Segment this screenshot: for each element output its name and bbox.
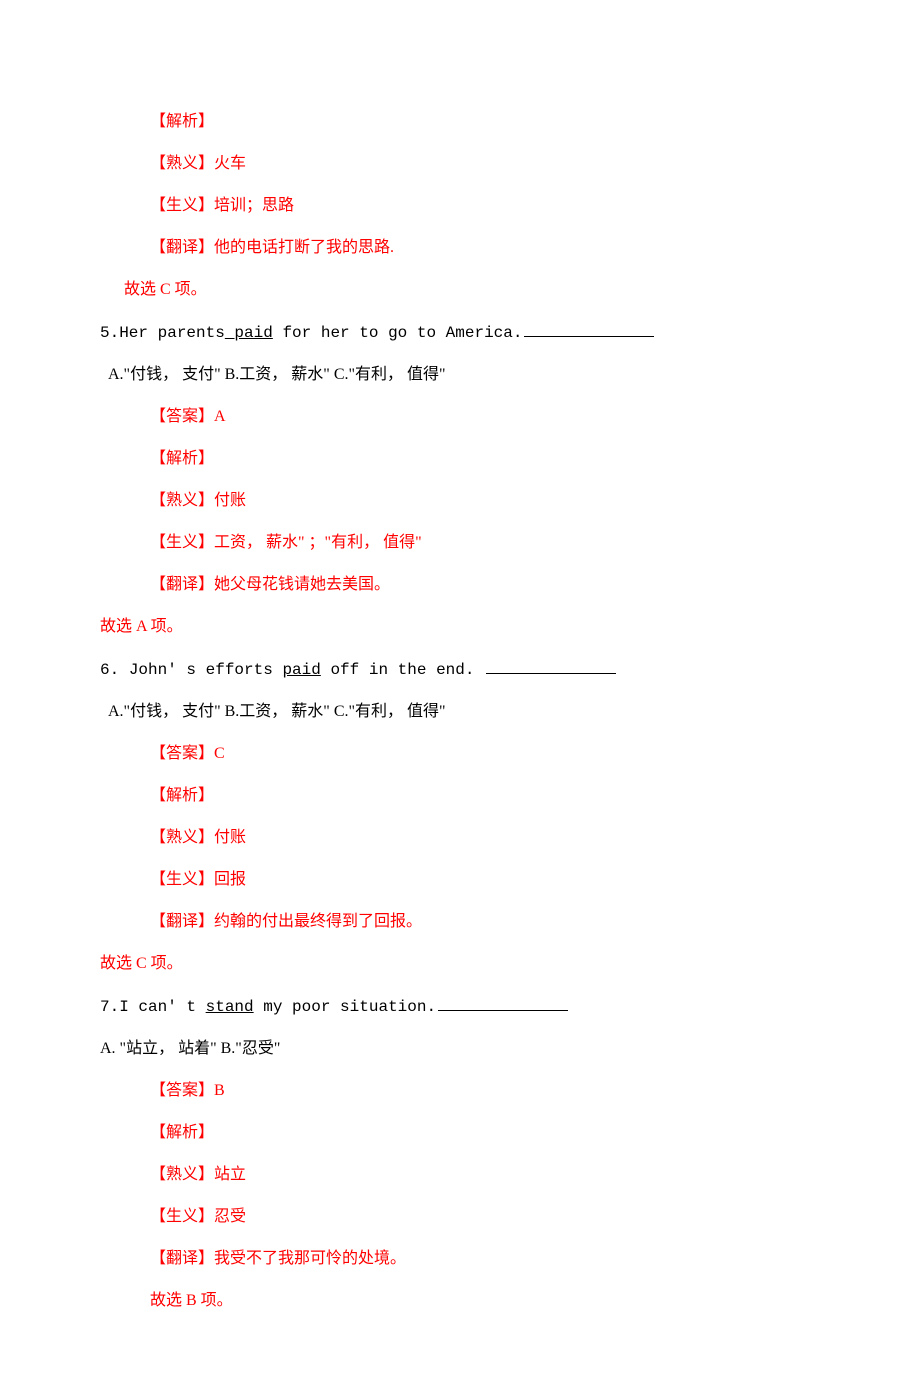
question-6: 6. John' s efforts paid off in the end. — [100, 657, 820, 682]
sentence-part-a: John' s efforts — [129, 661, 283, 679]
underlined-word: stand — [206, 998, 254, 1016]
sentence-part-b: my poor situation. — [254, 998, 436, 1016]
new-meaning: 【生义】工资， 薪水" ；"有利， 值得" — [100, 531, 820, 555]
sentence-part-b: for her to go to America. — [273, 324, 523, 342]
translation: 【翻译】我受不了我那可怜的处境。 — [100, 1247, 820, 1271]
translation: 【翻译】约翰的付出最终得到了回报。 — [100, 910, 820, 934]
conclusion: 故选 A 项。 — [100, 615, 820, 639]
translation: 【翻译】她父母花钱请她去美国。 — [100, 573, 820, 597]
new-meaning: 【生义】忍受 — [100, 1205, 820, 1229]
familiar-meaning: 【熟义】付账 — [100, 489, 820, 513]
options-7: A. "站立， 站着" B."忍受" — [100, 1037, 820, 1061]
conclusion: 故选 C 项。 — [100, 952, 820, 976]
answer-blank — [524, 320, 654, 337]
options-6: A."付钱， 支付" B.工资， 薪水" C."有利， 值得" — [100, 700, 820, 724]
translation: 【翻译】他的电话打断了我的思路. — [100, 236, 820, 260]
analysis-label: 【解析】 — [100, 1121, 820, 1145]
question-number: 5. — [100, 324, 119, 342]
sentence-part-a: Her parents — [119, 324, 225, 342]
answer-blank — [486, 657, 616, 674]
question-5: 5.Her parents paid for her to go to Amer… — [100, 320, 820, 345]
answer-label: 【答案】A — [100, 405, 820, 429]
question-number: 6. — [100, 661, 129, 679]
question-number: 7. — [100, 998, 119, 1016]
sentence-part-b: off in the end. — [321, 661, 484, 679]
sentence-part-a: I can' t — [119, 998, 205, 1016]
familiar-meaning: 【熟义】站立 — [100, 1163, 820, 1187]
underlined-word: paid — [225, 324, 273, 342]
analysis-label: 【解析】 — [100, 447, 820, 471]
document-page: 【解析】 【熟义】火车 【生义】培训；思路 【翻译】他的电话打断了我的思路. 故… — [0, 0, 920, 1391]
options-5: A."付钱， 支付" B.工资， 薪水" C."有利， 值得" — [100, 363, 820, 387]
underlined-word: paid — [282, 661, 320, 679]
answer-label: 【答案】C — [100, 742, 820, 766]
answer-blank — [438, 994, 568, 1011]
new-meaning: 【生义】培训；思路 — [100, 194, 820, 218]
answer-label: 【答案】B — [100, 1079, 820, 1103]
conclusion: 故选 C 项。 — [100, 278, 820, 302]
question-7: 7.I can' t stand my poor situation. — [100, 994, 820, 1019]
familiar-meaning: 【熟义】火车 — [100, 152, 820, 176]
conclusion: 故选 B 项。 — [100, 1289, 820, 1313]
familiar-meaning: 【熟义】付账 — [100, 826, 820, 850]
analysis-label: 【解析】 — [100, 784, 820, 808]
analysis-label: 【解析】 — [100, 110, 820, 134]
new-meaning: 【生义】回报 — [100, 868, 820, 892]
